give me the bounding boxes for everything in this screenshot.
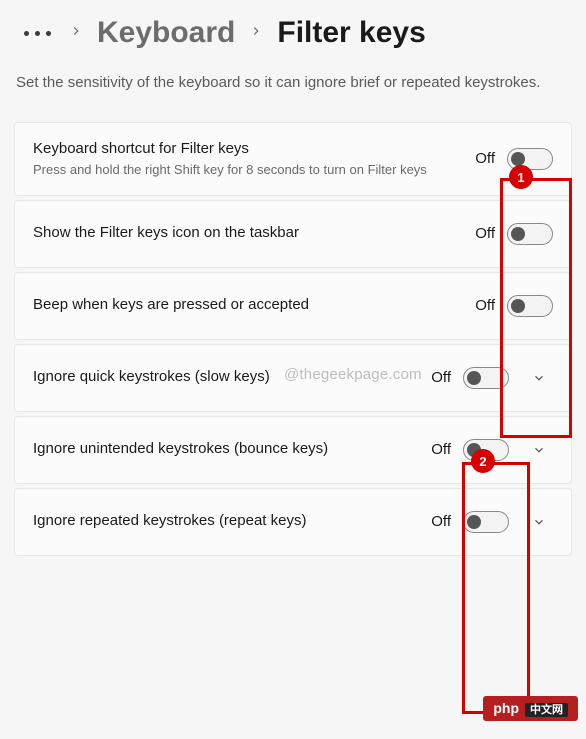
breadcrumb-parent[interactable]: Keyboard [97,16,235,50]
page-description: Set the sensitivity of the keyboard so i… [14,62,554,122]
setting-filter-keys-shortcut: Keyboard shortcut for Filter keys Press … [14,122,572,196]
setting-slow-keys: Ignore quick keystrokes (slow keys) Off [14,344,572,412]
toggle-switch[interactable] [507,295,553,317]
chevron-right-icon [69,24,83,43]
toggle-state-label: Off [431,369,451,386]
setting-title: Ignore quick keystrokes (slow keys) [33,367,419,387]
breadcrumb-more-button[interactable] [20,31,55,36]
setting-subtitle: Press and hold the right Shift key for 8… [33,161,463,179]
page-title: Filter keys [277,16,425,50]
chevron-down-icon [532,515,546,529]
chevron-right-icon [249,24,263,43]
toggle-state-label: Off [431,441,451,458]
setting-title: Show the Filter keys icon on the taskbar [33,223,463,243]
chevron-down-icon [532,371,546,385]
setting-title: Ignore unintended keystrokes (bounce key… [33,439,419,459]
toggle-state-label: Off [431,513,451,530]
source-badge: php中文网 [483,696,578,721]
setting-repeat-keys: Ignore repeated keystrokes (repeat keys)… [14,488,572,556]
toggle-state-label: Off [475,225,495,242]
toggle-state-label: Off [475,150,495,167]
setting-taskbar-icon: Show the Filter keys icon on the taskbar… [14,200,572,268]
toggle-switch[interactable] [463,511,509,533]
setting-title: Ignore repeated keystrokes (repeat keys) [33,511,419,531]
toggle-switch[interactable] [463,439,509,461]
breadcrumb: Keyboard Filter keys [14,12,572,62]
chevron-down-icon [532,443,546,457]
toggle-switch[interactable] [507,223,553,245]
setting-title: Keyboard shortcut for Filter keys [33,139,463,159]
expand-button[interactable] [525,508,553,536]
settings-list: Keyboard shortcut for Filter keys Press … [14,122,572,560]
expand-button[interactable] [525,436,553,464]
setting-beep: Beep when keys are pressed or accepted O… [14,272,572,340]
toggle-switch[interactable] [507,148,553,170]
setting-title: Beep when keys are pressed or accepted [33,295,463,315]
setting-bounce-keys: Ignore unintended keystrokes (bounce key… [14,416,572,484]
toggle-state-label: Off [475,297,495,314]
expand-button[interactable] [525,364,553,392]
toggle-switch[interactable] [463,367,509,389]
